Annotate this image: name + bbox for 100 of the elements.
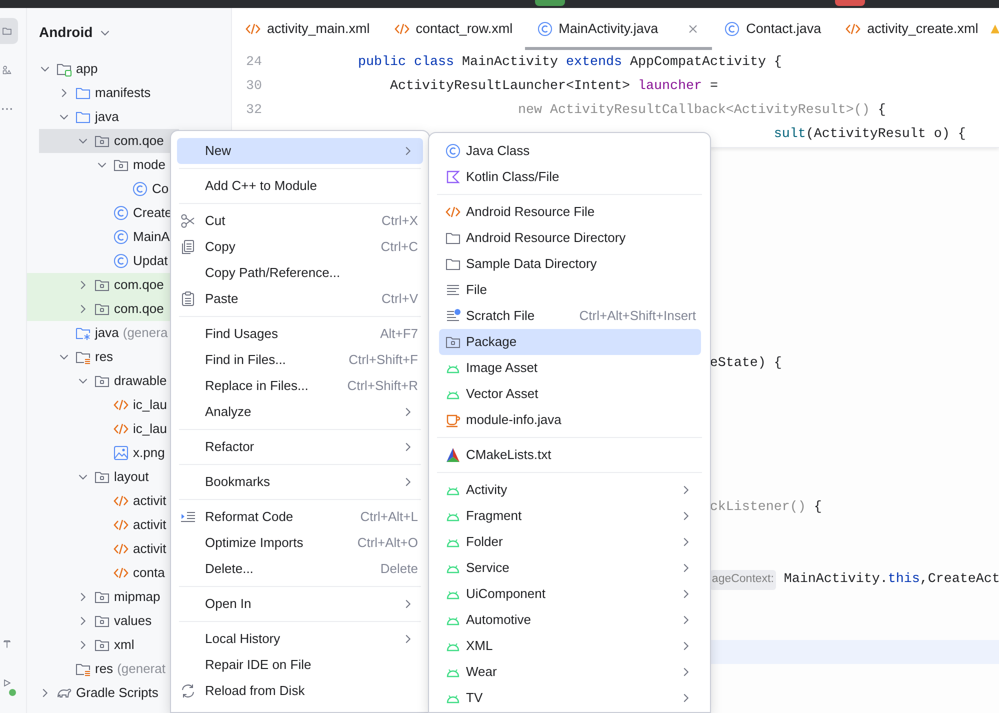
tree-label[interactable]: ic_lau xyxy=(133,395,167,415)
code-text: { xyxy=(812,499,822,517)
shortcut-text: Ctrl+Shift+R xyxy=(347,377,418,396)
menu-item[interactable]: Copy Ctrl+C xyxy=(177,234,423,260)
code-text: this xyxy=(888,571,920,589)
editor-tab[interactable]: MainActivity.java xyxy=(524,8,712,50)
menu-item[interactable]: Scratch File Ctrl+Alt+Shift+Insert xyxy=(439,303,701,329)
tree-label[interactable]: ic_lau xyxy=(133,419,167,439)
menu-item[interactable]: module-info.java xyxy=(439,407,701,433)
menu-item[interactable]: Fragment xyxy=(439,503,701,529)
tree-label[interactable]: activit xyxy=(133,491,166,511)
editor-tab[interactable]: contact_row.xml xyxy=(382,8,525,50)
menu-item[interactable]: New xyxy=(177,138,423,164)
menu-item[interactable]: Repair IDE on File xyxy=(177,652,423,678)
tree-label[interactable]: activit xyxy=(133,539,166,559)
menu-item[interactable]: Android Resource File xyxy=(439,199,701,225)
tree-label[interactable]: values xyxy=(114,611,152,631)
tree-label[interactable]: java xyxy=(95,323,119,343)
menu-item[interactable]: Copy Path/Reference... xyxy=(177,260,423,286)
tree-label[interactable]: MainA xyxy=(133,227,170,247)
tree-label[interactable]: res xyxy=(95,347,114,367)
tree-label[interactable]: Co xyxy=(152,179,169,199)
menu-item[interactable]: Optimize Imports Ctrl+Alt+O xyxy=(177,530,423,556)
menu-item[interactable]: Activity xyxy=(439,477,701,503)
menu-item[interactable]: Image Asset xyxy=(439,355,701,381)
tree-label[interactable]: res xyxy=(95,659,114,679)
menu-item[interactable]: File xyxy=(439,277,701,303)
menu-item[interactable]: Package xyxy=(439,329,701,355)
menu-item[interactable]: Replace in Files... Ctrl+Shift+R xyxy=(177,373,423,399)
view-selector[interactable]: Android xyxy=(39,22,93,43)
tree-label[interactable]: layout xyxy=(114,467,149,487)
menu-item[interactable]: Wear xyxy=(439,659,701,685)
menu-item[interactable]: Refactor xyxy=(177,434,423,460)
menu-item[interactable]: Local History xyxy=(177,626,423,652)
window-control[interactable] xyxy=(835,0,865,6)
tree-label[interactable]: app xyxy=(76,59,98,79)
copy-icon xyxy=(180,239,196,255)
kotlin-icon xyxy=(445,169,461,185)
code-text: launcher xyxy=(638,78,702,96)
menu-item[interactable]: Kotlin Class/File xyxy=(439,164,701,190)
editor-tab[interactable]: Contact.java xyxy=(712,8,834,50)
menu-item[interactable]: TV xyxy=(439,685,701,711)
tree-label[interactable]: drawable xyxy=(114,371,167,391)
tree-label[interactable]: Create xyxy=(133,203,172,223)
tree-label[interactable]: manifests xyxy=(95,83,151,103)
code-text: extends xyxy=(566,54,623,72)
menu-item[interactable]: Reload from Disk xyxy=(177,678,423,704)
class-icon xyxy=(724,21,740,37)
tree-label[interactable]: conta xyxy=(133,563,165,583)
menu-item[interactable]: Folder xyxy=(439,529,701,555)
code-file-icon xyxy=(113,397,129,413)
menu-item[interactable]: Paste Ctrl+V xyxy=(177,286,423,312)
menu-item[interactable]: Sample Data Directory xyxy=(439,251,701,277)
line-number: 30 xyxy=(246,79,262,94)
tree-note: (generat xyxy=(117,660,166,678)
indent-icon xyxy=(180,509,196,525)
tree-label[interactable]: xml xyxy=(114,635,134,655)
menu-item[interactable]: Cut Ctrl+X xyxy=(177,208,423,234)
menu-item[interactable]: XML xyxy=(439,633,701,659)
tree-label[interactable]: com.qoe xyxy=(114,299,164,319)
menu-item[interactable]: Automotive xyxy=(439,607,701,633)
menu-item[interactable]: Delete... Delete xyxy=(177,556,423,582)
window-control[interactable] xyxy=(535,0,565,6)
tree-label[interactable]: mode xyxy=(133,155,166,175)
package-icon xyxy=(94,373,110,389)
menu-item[interactable]: Analyze xyxy=(177,399,423,425)
shortcut-text: Ctrl+Shift+F xyxy=(348,351,418,370)
tree-label[interactable]: java xyxy=(95,107,119,127)
menu-item[interactable]: Service xyxy=(439,555,701,581)
tree-label[interactable]: x.png xyxy=(133,443,165,463)
tree-label[interactable]: com.qoe xyxy=(114,131,164,151)
menu-item[interactable]: Open In xyxy=(177,591,423,617)
menu-item[interactable]: Java Class xyxy=(439,138,701,164)
folder-icon xyxy=(75,109,91,125)
package-icon xyxy=(445,334,461,350)
menu-item[interactable]: Find in Files... Ctrl+Shift+F xyxy=(177,347,423,373)
tree-label[interactable]: Gradle Scripts xyxy=(76,683,158,703)
folder-icon xyxy=(445,256,461,272)
resource-folder-icon xyxy=(75,349,91,365)
more-icon xyxy=(2,107,12,111)
tree-label[interactable]: Updat xyxy=(133,251,168,271)
menu-item[interactable]: Vector Asset xyxy=(439,381,701,407)
menu-item[interactable]: CMakeLists.txt xyxy=(439,442,701,468)
code-file-icon xyxy=(113,565,129,581)
menu-item[interactable]: Find Usages Alt+F7 xyxy=(177,321,423,347)
scratch-file-icon xyxy=(445,308,461,324)
tree-label[interactable]: activit xyxy=(133,515,166,535)
tree-label[interactable]: mipmap xyxy=(114,587,160,607)
menu-item[interactable]: UiComponent xyxy=(439,581,701,607)
menu-item[interactable]: Reformat Code Ctrl+Alt+L xyxy=(177,504,423,530)
editor-tab[interactable]: activity_main.xml xyxy=(233,8,382,50)
menu-item[interactable]: Bookmarks xyxy=(177,469,423,495)
notification-dot xyxy=(9,689,16,696)
editor-tab[interactable]: activity_create.xml xyxy=(833,8,990,50)
menu-item[interactable]: Android Resource Directory xyxy=(439,225,701,251)
menu-item[interactable]: Add C++ to Module xyxy=(177,173,423,199)
class-icon xyxy=(536,21,553,37)
tree-label[interactable]: com.qoe xyxy=(114,275,164,295)
tool-window-button[interactable] xyxy=(0,18,18,44)
code-text: public class xyxy=(358,54,455,72)
